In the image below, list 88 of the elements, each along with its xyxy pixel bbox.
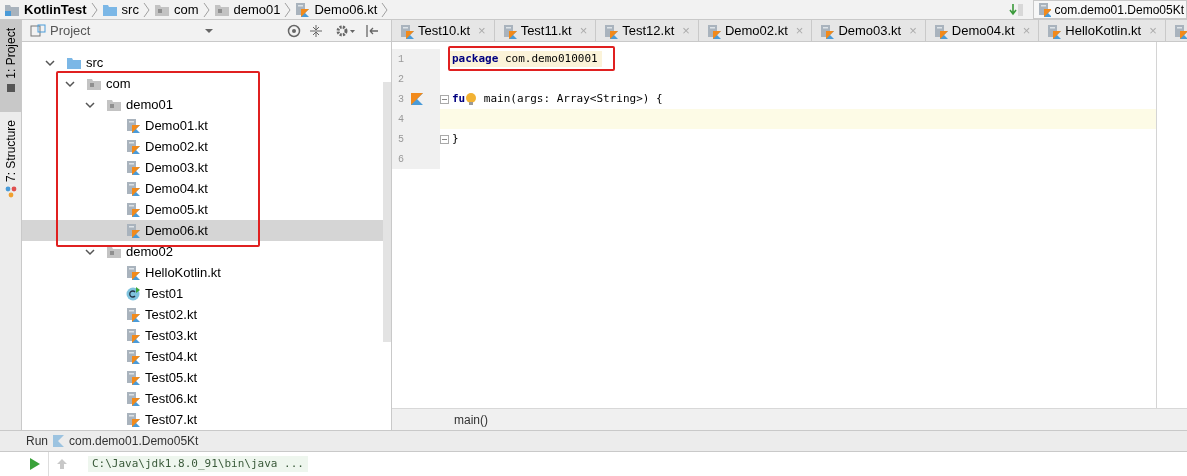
kotlin-file-icon: [126, 118, 141, 133]
class-file-icon: [126, 286, 141, 301]
kotlin-file-icon: [126, 370, 141, 385]
tree-item[interactable]: HelloKotlin.kt: [22, 262, 383, 283]
line-number: 3: [398, 92, 404, 107]
chevron-icon: [381, 1, 389, 18]
folder-icon: [101, 2, 118, 17]
project-folder-icon: [4, 2, 20, 17]
source-folder-icon: [66, 55, 82, 70]
tool-window-title: Run: [26, 433, 48, 450]
line-number: 4: [398, 112, 404, 127]
breadcrumb-item[interactable]: demo01: [233, 0, 281, 20]
kotlin-file-icon: [1047, 23, 1062, 39]
breadcrumb-item[interactable]: src: [121, 0, 139, 20]
line-number: 5: [398, 132, 404, 147]
run-configuration-label: com.demo01.Demo05Kt: [69, 433, 199, 450]
tree-item[interactable]: Test07.kt: [22, 409, 383, 430]
structure-icon: [4, 186, 17, 199]
kotlin-file-icon: [126, 412, 141, 427]
code-line: fu main(args: Array<String>) {: [451, 90, 663, 108]
kotlin-file-icon: [126, 265, 141, 280]
breadcrumb-item[interactable]: com: [173, 0, 199, 20]
kotlin-file-icon: [126, 160, 141, 175]
hide-icon: [365, 23, 379, 38]
kotlin-file-icon: [820, 23, 835, 39]
kotlin-file-icon: [1037, 2, 1051, 17]
console-output: C:\Java\jdk1.8.0_91\bin\java ...: [88, 455, 308, 473]
kotlin-file-icon: [126, 391, 141, 406]
breadcrumb-item[interactable]: Demo06.kt: [314, 0, 378, 20]
run-gutter-icon[interactable]: [410, 92, 424, 106]
chevron-icon: [284, 1, 292, 18]
line-number: 6: [398, 152, 404, 167]
tree-item[interactable]: src: [22, 52, 383, 73]
chevron-icon: [202, 1, 210, 18]
kotlin-file-icon: [126, 349, 141, 364]
kotlin-file-icon: [126, 139, 141, 154]
sort-icon: [1008, 1, 1025, 18]
chevron-icon: [90, 1, 98, 18]
kotlin-file-icon: [126, 181, 141, 196]
package-folder-icon: [86, 76, 102, 91]
panel-title: Project: [50, 21, 92, 40]
tree-item[interactable]: Test04.kt: [22, 346, 383, 367]
tree-item[interactable]: Test06.kt: [22, 388, 383, 409]
run-configuration-combo[interactable]: com.demo01.Demo05Kt: [1032, 0, 1187, 19]
line-number: 1: [398, 52, 404, 67]
up-arrow-icon: [55, 458, 68, 470]
code-line: }: [451, 130, 459, 147]
tree-item[interactable]: Test05.kt: [22, 367, 383, 388]
kotlin-file-icon: [295, 2, 311, 17]
scrollbar[interactable]: [383, 82, 391, 342]
tree-item[interactable]: Demo01.kt: [22, 115, 383, 136]
tree-item[interactable]: Demo02.kt: [22, 136, 383, 157]
bulb-icon: [465, 92, 478, 106]
tree-item[interactable]: Test01: [22, 283, 383, 304]
locate-icon: [287, 23, 301, 38]
side-tab[interactable]: 7: Structure: [0, 112, 21, 202]
package-folder-icon: [106, 244, 122, 259]
package-folder-icon: [106, 97, 122, 112]
panel-icon: [5, 82, 16, 93]
tree-item[interactable]: Test02.kt: [22, 304, 383, 325]
kotlin-file-icon: [400, 23, 414, 39]
project-view-icon: [30, 23, 46, 38]
collapse-icon: [309, 23, 323, 38]
dropdown-icon: [204, 27, 214, 34]
kotlin-file-icon: [126, 328, 141, 343]
tree-item[interactable]: Demo04.kt: [22, 178, 383, 199]
tree-item[interactable]: Demo03.kt: [22, 157, 383, 178]
kotlin-file-icon: [706, 23, 721, 39]
tree-item[interactable]: Demo05.kt: [22, 199, 383, 220]
play-icon: [29, 457, 41, 471]
line-number: 2: [398, 72, 404, 87]
kotlin-run-icon: [52, 433, 65, 449]
chevron-icon: [142, 1, 150, 18]
side-tab[interactable]: 1: Project: [0, 20, 21, 112]
tree-item[interactable]: Demo06.kt: [22, 220, 383, 241]
tree-item[interactable]: com: [22, 73, 383, 94]
tree-item[interactable]: demo02: [22, 241, 383, 262]
kotlin-file-icon: [604, 23, 619, 39]
tree-item[interactable]: demo01: [22, 94, 383, 115]
kotlin-file-icon: [126, 307, 141, 322]
breadcrumb-item[interactable]: KotlinTest: [24, 0, 87, 20]
breadcrumb-function[interactable]: main(): [454, 410, 488, 429]
tree-item[interactable]: Test03.kt: [22, 325, 383, 346]
kotlin-file-icon: [126, 202, 141, 217]
kotlin-file-icon: [933, 23, 948, 39]
kotlin-file-icon: [126, 223, 141, 238]
kotlin-file-icon: [502, 23, 517, 39]
settings-icon: [335, 23, 357, 38]
